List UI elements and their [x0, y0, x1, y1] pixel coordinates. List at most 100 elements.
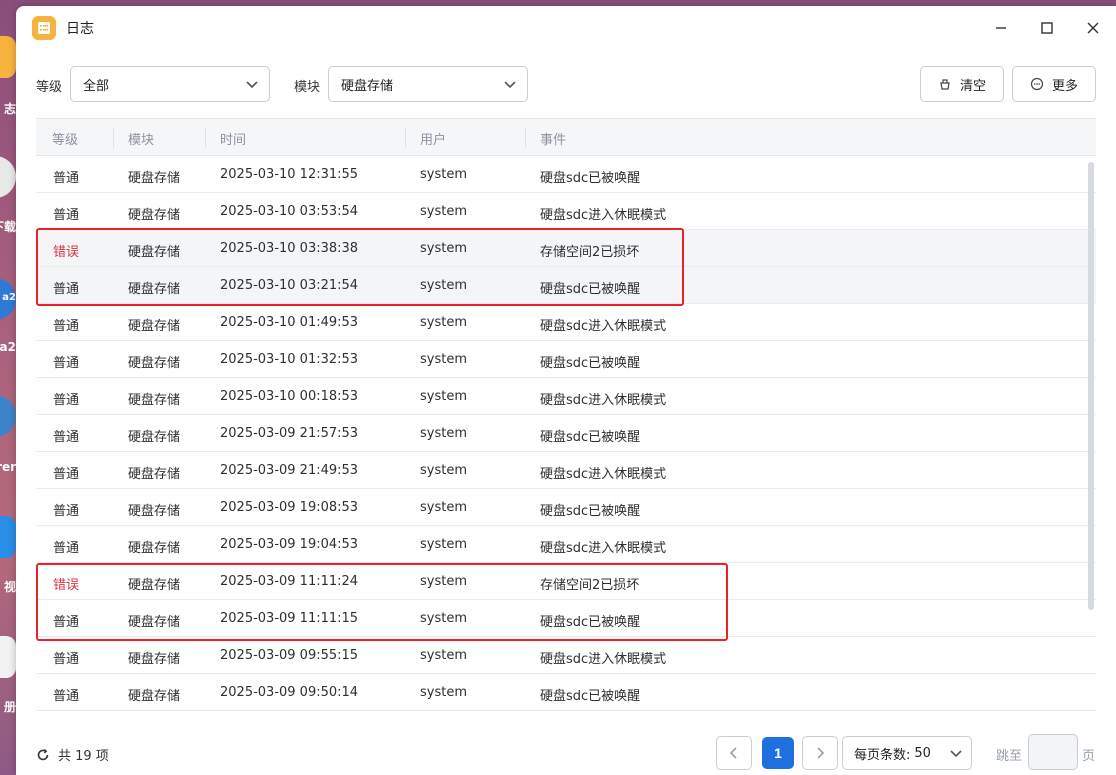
event-cell: 硬盘sdc进入休眠模式 [540, 393, 667, 408]
user-cell: system [420, 648, 467, 663]
module-cell: 硬盘存储 [128, 282, 181, 297]
more-icon [1030, 77, 1044, 91]
level-filter-select[interactable]: 全部 [70, 66, 270, 102]
total-count-text: 共 19 项 [58, 749, 109, 764]
desktop-icon-photos[interactable] [0, 636, 16, 678]
table-row[interactable]: 普通 硬盘存储 2025-03-09 11:11:15 system 硬盘sdc已被唤醒 [36, 600, 1096, 637]
filter-toolbar: 等级 全部 模块 硬盘存储 清空 更多 [16, 66, 1116, 102]
level-cell: 普通 [53, 356, 80, 371]
level-filter-label: 等级 [36, 80, 63, 95]
table-row[interactable]: 普通 硬盘存储 2025-03-09 19:08:53 system 硬盘sdc已被唤醒 [36, 489, 1096, 526]
minimize-button[interactable] [978, 6, 1024, 50]
column-header-event[interactable]: 事件 [540, 129, 566, 148]
table-row[interactable]: 普通 硬盘存储 2025-03-10 12:31:55 system 硬盘sdc已被唤醒 [36, 156, 1096, 193]
close-button[interactable] [1070, 6, 1116, 50]
level-cell: 普通 [53, 393, 80, 408]
user-cell: system [420, 537, 467, 552]
desktop-label-photos: 册 [3, 700, 16, 714]
column-header-time[interactable]: 时间 [220, 129, 246, 148]
desktop-label-log: 志 [3, 102, 16, 116]
module-cell: 硬盘存储 [128, 393, 181, 408]
time-cell: 2025-03-09 09:50:14 [220, 685, 359, 700]
table-row[interactable]: 普通 硬盘存储 2025-03-10 03:21:54 system 硬盘sdc已被唤醒 [36, 267, 1096, 304]
time-cell: 2025-03-09 09:55:15 [220, 648, 359, 663]
column-header-level[interactable]: 等级 [52, 129, 78, 148]
chevron-down-icon [504, 81, 516, 89]
level-cell: 普通 [53, 541, 80, 556]
table-row[interactable]: 普通 硬盘存储 2025-03-09 21:57:53 system 硬盘sdc已被唤醒 [36, 415, 1096, 452]
time-cell: 2025-03-09 19:04:53 [220, 537, 359, 552]
minimize-icon [996, 27, 1006, 29]
table-row[interactable]: 普通 硬盘存储 2025-03-10 03:53:54 system 硬盘sdc进入休眠… [36, 193, 1096, 230]
level-cell: 普通 [53, 430, 80, 445]
level-filter-value: 全部 [83, 78, 110, 94]
maximize-button[interactable] [1024, 6, 1070, 50]
user-cell: system [420, 426, 467, 441]
log-table: 等级 模块 时间 用户 事件 普通 硬盘存储 2025-03-10 12:31:55… [36, 118, 1096, 712]
desktop-icon-video[interactable] [0, 516, 16, 558]
table-row[interactable]: 普通 硬盘存储 2025-03-09 21:49:53 system 硬盘sdc进入休眠… [36, 452, 1096, 489]
time-cell: 2025-03-09 21:49:53 [220, 463, 359, 478]
current-page-button[interactable]: 1 [762, 737, 794, 769]
table-row[interactable]: 普通 硬盘存储 2025-03-10 00:18:53 system 硬盘sdc进入休眠… [36, 378, 1096, 415]
column-header-user[interactable]: 用户 [420, 129, 446, 148]
event-cell: 硬盘sdc已被唤醒 [540, 282, 641, 297]
more-button[interactable]: 更多 [1012, 66, 1096, 102]
level-cell: 普通 [53, 467, 80, 482]
prev-page-button[interactable] [716, 736, 752, 770]
table-body: 普通 硬盘存储 2025-03-10 12:31:55 system 硬盘sdc已被唤醒… [36, 156, 1096, 711]
module-cell: 硬盘存储 [128, 356, 181, 371]
table-row[interactable]: 错误 硬盘存储 2025-03-09 11:11:24 system 存储空间2已损坏 [36, 563, 1096, 600]
module-filter-label: 模块 [294, 80, 321, 95]
event-cell: 硬盘sdc已被唤醒 [540, 689, 641, 704]
level-cell: 普通 [53, 282, 80, 297]
chevron-right-icon [817, 747, 825, 759]
refresh-icon[interactable] [36, 748, 50, 762]
level-cell: 普通 [53, 689, 80, 704]
column-divider [205, 128, 206, 148]
table-row[interactable]: 普通 硬盘存储 2025-03-09 09:55:15 system 硬盘sdc进入休眠… [36, 637, 1096, 674]
log-app-icon [32, 16, 56, 40]
log-window: 日志 等级 全部 模块 硬盘存储 清空 更多 等级 模块 时间 用户 事件 普通… [16, 6, 1116, 775]
page-size-select[interactable]: 每页条数: 50 [842, 736, 972, 770]
table-row[interactable]: 普通 硬盘存储 2025-03-10 01:49:53 system 硬盘sdc进入休眠… [36, 304, 1096, 341]
table-header: 等级 模块 时间 用户 事件 [36, 118, 1096, 156]
page-unit-label: 页 [1082, 749, 1096, 764]
level-cell: 普通 [53, 615, 80, 630]
page-size-label: 每页条数: [854, 747, 911, 763]
desktop-icon-log[interactable] [0, 36, 16, 78]
time-cell: 2025-03-09 21:57:53 [220, 426, 359, 441]
column-header-module[interactable]: 模块 [128, 129, 154, 148]
time-cell: 2025-03-09 11:11:24 [220, 574, 359, 589]
time-cell: 2025-03-10 03:53:54 [220, 204, 359, 219]
module-filter-value: 硬盘存储 [341, 78, 394, 94]
time-cell: 2025-03-10 03:38:38 [220, 241, 359, 256]
jump-page-input[interactable] [1028, 734, 1078, 770]
table-row[interactable]: 普通 硬盘存储 2025-03-09 19:04:53 system 硬盘sdc进入休眠… [36, 526, 1096, 563]
title-bar[interactable]: 日志 [16, 6, 1116, 50]
table-scrollbar[interactable] [1088, 162, 1094, 610]
level-cell: 普通 [53, 504, 80, 519]
table-row[interactable]: 错误 硬盘存储 2025-03-10 03:38:38 system 存储空间2已损坏 [36, 230, 1096, 267]
user-cell: system [420, 574, 467, 589]
table-row[interactable]: 普通 硬盘存储 2025-03-09 09:50:14 system 硬盘sdc已被唤醒 [36, 674, 1096, 711]
time-cell: 2025-03-10 01:32:53 [220, 352, 359, 367]
desktop-icon-torrent[interactable] [0, 395, 16, 437]
desktop-label-download: 下载 [0, 220, 16, 234]
desktop-label-aria2: ia2 [0, 340, 16, 354]
clear-button[interactable]: 清空 [920, 66, 1004, 102]
next-page-button[interactable] [802, 736, 838, 770]
module-cell: 硬盘存储 [128, 652, 181, 667]
event-cell: 硬盘sdc已被唤醒 [540, 171, 641, 186]
user-cell: system [420, 315, 467, 330]
module-cell: 硬盘存储 [128, 541, 181, 556]
window-title: 日志 [66, 21, 94, 37]
event-cell: 硬盘sdc进入休眠模式 [540, 467, 667, 482]
desktop-icon-download[interactable] [0, 156, 16, 198]
desktop-label-video: 视 [3, 580, 16, 594]
module-filter-select[interactable]: 硬盘存储 [328, 66, 528, 102]
column-divider [525, 128, 526, 148]
time-cell: 2025-03-10 00:18:53 [220, 389, 359, 404]
table-row[interactable]: 普通 硬盘存储 2025-03-10 01:32:53 system 硬盘sdc已被唤醒 [36, 341, 1096, 378]
jump-to-label: 跳至 [996, 749, 1023, 764]
